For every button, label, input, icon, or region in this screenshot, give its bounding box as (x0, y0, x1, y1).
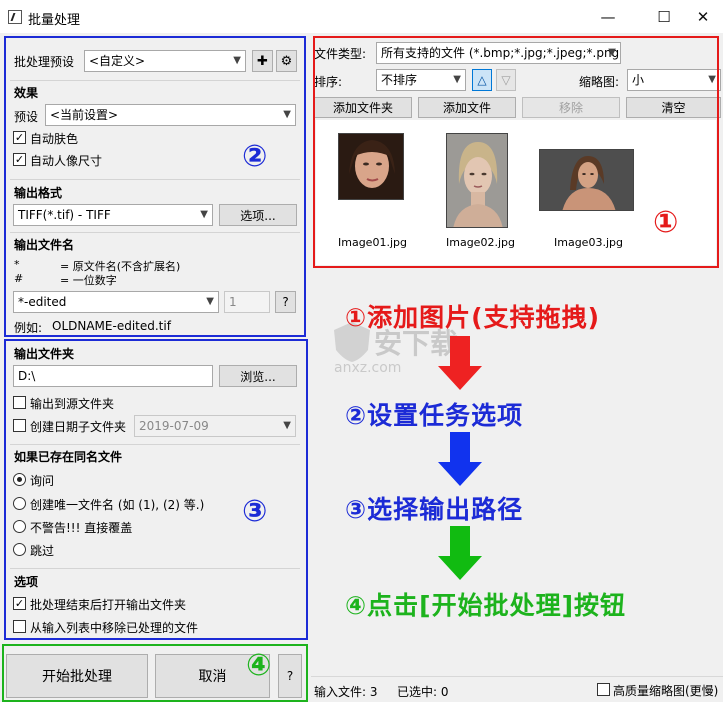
app-icon (8, 10, 22, 24)
watermark-url: anxz.com (334, 360, 402, 376)
status-bar: 输入文件: 3 已选中: 0 高质量缩略图(更慢) (311, 676, 723, 702)
window-title: 批量处理 (28, 13, 81, 28)
arrow-down-icon (438, 336, 482, 390)
hq-thumbnails-checkbox[interactable] (597, 683, 610, 696)
instruction-step-3: ③选择输出路径 (345, 495, 524, 524)
instruction-step-2: ②设置任务选项 (345, 401, 524, 430)
arrow-down-icon (438, 526, 482, 580)
hq-thumbnails-label: 高质量缩略图(更慢) (613, 684, 719, 698)
instruction-step-1: ①添加图片(支持拖拽) (345, 303, 601, 332)
minimize-button[interactable]: — (585, 0, 631, 33)
selected-count: 已选中: 0 (397, 685, 449, 699)
instruction-step-4: ④点击[开始批处理]按钮 (345, 591, 627, 620)
arrow-down-icon (438, 432, 482, 486)
title-bar: 批量处理 — ☐ ✕ (0, 0, 723, 33)
step-number-3: ③ (242, 494, 268, 529)
step-number-1: ① (653, 205, 679, 240)
step-number-2: ② (242, 139, 268, 174)
annotation-box-options (4, 36, 306, 337)
annotation-box-output (4, 339, 308, 640)
close-button[interactable]: ✕ (680, 0, 723, 33)
input-file-count: 输入文件: 3 (314, 685, 378, 699)
step-number-4: ④ (246, 648, 272, 683)
